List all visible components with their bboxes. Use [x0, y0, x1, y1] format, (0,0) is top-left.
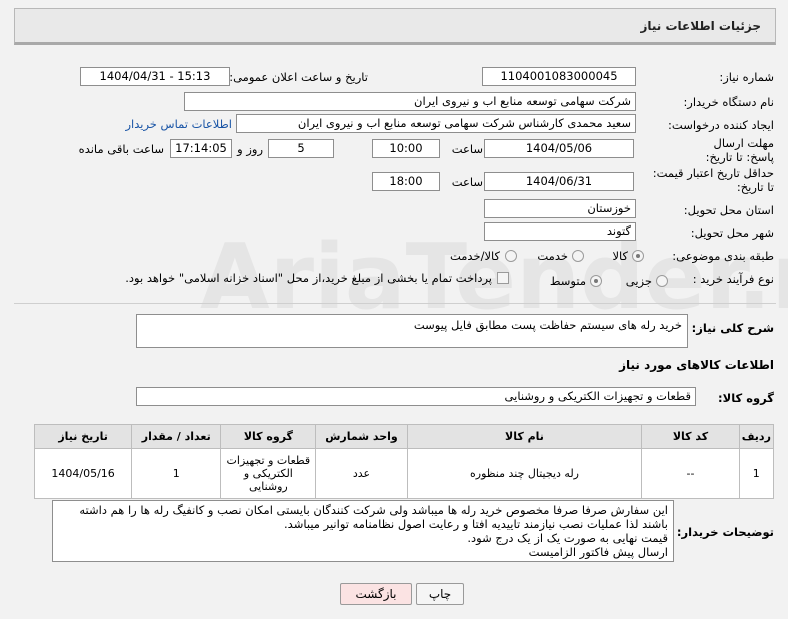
- validity-time-label: ساعت: [451, 175, 483, 189]
- deadline-date-field: 1404/05/06: [484, 139, 634, 158]
- category-radio-goods-service[interactable]: [505, 250, 517, 262]
- buyer-notes-line: باشند لذا عملیات نصب نیازمند تاییدیه افت…: [284, 517, 668, 531]
- cell-need-date: 1404/05/16: [33, 448, 133, 499]
- col-header-need-date: تاریخ نیاز: [33, 424, 133, 449]
- col-header-qty: تعداد / مقدار: [131, 424, 222, 449]
- announce-field: 1404/04/31 - 15:13: [80, 67, 230, 86]
- category-option-goods-service: کالا/خدمت: [449, 249, 500, 263]
- page-title: جزئیات اطلاعات نیاز: [640, 19, 761, 33]
- category-radio-service[interactable]: [572, 250, 584, 262]
- category-radio-goods[interactable]: [632, 250, 644, 262]
- city-field: گتوند: [484, 222, 636, 241]
- need-number-field: 1104001083000045: [482, 67, 636, 86]
- remaining-time-label: ساعت باقی مانده: [78, 142, 164, 156]
- process-label: نوع فرآیند خرید :: [692, 272, 774, 286]
- deadline-time-field: 10:00: [372, 139, 440, 158]
- print-button[interactable]: چاپ: [416, 583, 464, 605]
- goods-group-label: گروه کالا:: [718, 391, 774, 405]
- buyer-notes-label: توضیحات خریدار:: [676, 525, 774, 539]
- cell-qty: 1: [131, 448, 222, 499]
- back-button[interactable]: بازگشت: [340, 583, 412, 605]
- page-header: جزئیات اطلاعات نیاز: [14, 8, 776, 45]
- process-radio-minor[interactable]: [656, 275, 668, 287]
- remaining-time-field: 17:14:05: [170, 139, 232, 158]
- cell-name: رله دیجیتال چند منظوره: [406, 448, 643, 499]
- province-field: خوزستان: [484, 199, 636, 218]
- creator-field: سعید محمدی کارشناس شرکت سهامی توسعه مناب…: [236, 114, 636, 133]
- process-radio-medium[interactable]: [590, 275, 602, 287]
- announce-label: تاریخ و ساعت اعلان عمومی:: [229, 70, 368, 84]
- goods-group-field: قطعات و تجهیزات الکتریکی و روشنایی: [136, 387, 696, 406]
- validity-label: حداقل تاریخ اعتبار قیمت: تا تاریخ:: [652, 166, 774, 194]
- process-option-medium: متوسط: [549, 274, 586, 288]
- col-header-group: گروه کالا: [220, 424, 317, 449]
- buyer-notes-line: ارسال پیش فاکتور الزامیست: [528, 545, 668, 559]
- cell-unit: عدد: [315, 448, 408, 499]
- category-label: طبقه بندی موضوعی:: [672, 249, 774, 263]
- category-option-service: خدمت: [537, 249, 568, 263]
- validity-date-field: 1404/06/31: [484, 172, 634, 191]
- city-label: شهر محل تحویل:: [690, 226, 774, 240]
- col-header-unit: واحد شمارش: [315, 424, 408, 449]
- buyer-org-field: شرکت سهامی توسعه منابع اب و نیروی ایران: [184, 92, 636, 111]
- buyer-contact-link[interactable]: اطلاعات تماس خریدار: [125, 117, 232, 131]
- category-option-goods: کالا: [612, 249, 628, 263]
- treasury-payment-note: پرداخت تمام یا بخشی از مبلغ خرید،از محل …: [125, 271, 492, 285]
- cell-code: --: [641, 448, 740, 499]
- col-header-row: ردیف: [738, 424, 775, 449]
- deadline-time-label: ساعت: [451, 142, 483, 156]
- items-table: ردیف کد کالا نام کالا واحد شمارش گروه کا…: [33, 424, 775, 499]
- buyer-notes-line: این سفارش صرفا صرفا مخصوص خرید رله ها می…: [79, 503, 668, 517]
- treasury-payment-checkbox[interactable]: [497, 272, 509, 284]
- creator-label: ایجاد کننده درخواست:: [668, 118, 774, 132]
- goods-section-title: اطلاعات کالاهای مورد نیاز: [619, 358, 774, 372]
- description-label: شرح کلی نیاز:: [691, 321, 774, 335]
- cell-row: 1: [738, 448, 775, 499]
- col-header-code: کد کالا: [641, 424, 740, 449]
- validity-time-field: 18:00: [372, 172, 440, 191]
- days-field: 5: [268, 139, 334, 158]
- buyer-notes-line: قیمت نهایی به صورت یک از یک درج شود.: [467, 531, 668, 545]
- need-number-label: شماره نیاز:: [719, 70, 774, 84]
- deadline-label: مهلت ارسال پاسخ: تا تاریخ:: [705, 136, 774, 164]
- description-field: خرید رله های سیستم حفاظت پست مطابق فایل …: [136, 314, 688, 348]
- buyer-org-label: نام دستگاه خریدار:: [683, 95, 774, 109]
- table-row: 1 -- رله دیجیتال چند منظوره عدد قطعات و …: [33, 448, 775, 499]
- items-table-header: ردیف کد کالا نام کالا واحد شمارش گروه کا…: [33, 424, 775, 449]
- days-label: روز و: [237, 142, 263, 156]
- province-label: استان محل تحویل:: [683, 203, 774, 217]
- col-header-name: نام کالا: [406, 424, 643, 449]
- section-divider: [14, 303, 776, 304]
- buyer-notes-field: این سفارش صرفا صرفا مخصوص خرید رله ها می…: [52, 500, 674, 562]
- process-option-minor: جزیی: [625, 274, 652, 288]
- cell-group: قطعات و تجهیزات الکتریکی و روشنایی: [220, 448, 317, 499]
